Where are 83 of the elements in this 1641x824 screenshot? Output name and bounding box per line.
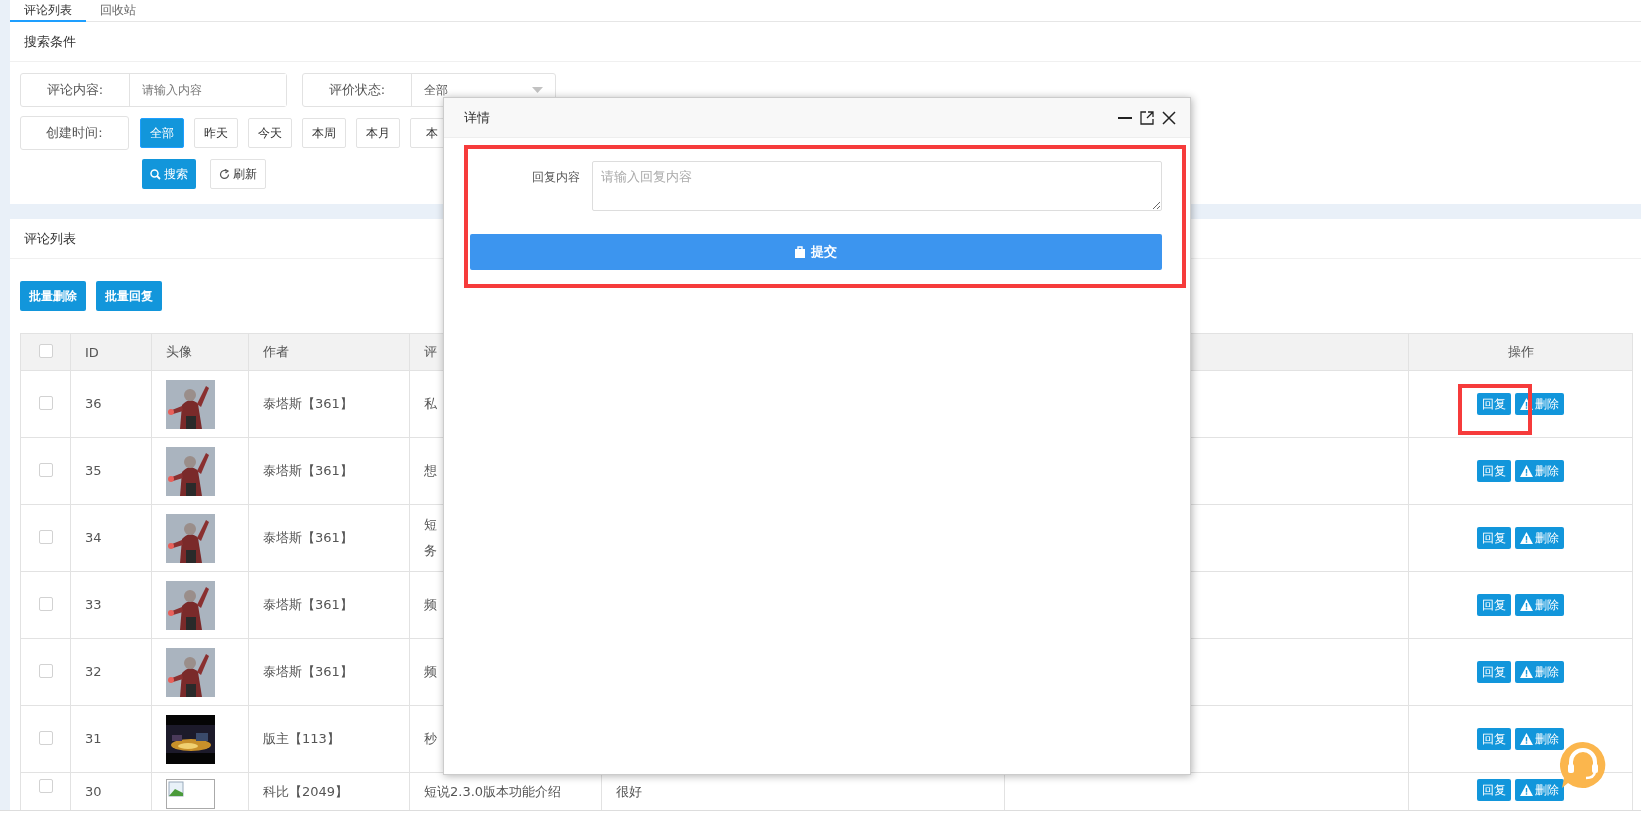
table-cell-text: 想 xyxy=(424,462,438,480)
delete-button[interactable]: 删除 xyxy=(1515,661,1564,683)
tab[interactable]: 回收站 xyxy=(86,0,150,22)
table-cell-text: 私 xyxy=(424,395,438,413)
reply-button[interactable]: 回复 xyxy=(1477,460,1511,482)
table-cell-text: 务 xyxy=(424,542,438,560)
table-cell-text: 30 xyxy=(85,783,103,801)
reply-button[interactable]: 回复 xyxy=(1477,594,1511,616)
time-filter-button[interactable]: 本周 xyxy=(302,118,346,148)
row-checkbox[interactable] xyxy=(38,663,53,678)
dialog-title: 详情 xyxy=(464,108,490,127)
refresh-button[interactable]: 刷新 xyxy=(210,159,266,189)
search-button[interactable]: 搜索 xyxy=(142,159,196,189)
select-all-checkbox[interactable] xyxy=(38,343,53,358)
table-cell-text: 34 xyxy=(85,529,103,547)
table-cell-text: 泰塔斯【361】 xyxy=(263,596,354,614)
maximize-icon[interactable] xyxy=(1140,110,1154,125)
table-cell-text: 泰塔斯【361】 xyxy=(263,529,354,547)
delete-button[interactable]: 删除 xyxy=(1515,728,1564,750)
column-header: 操作 xyxy=(1408,333,1633,371)
select-value: 全部 xyxy=(424,81,448,99)
field-label: 评价状态: xyxy=(303,74,412,106)
reply-field[interactable]: 请输入回复内容 xyxy=(592,161,1162,211)
warning-icon xyxy=(1520,784,1533,796)
column-header: 作者 xyxy=(248,333,410,371)
support-chat-icon[interactable] xyxy=(1558,740,1608,790)
table-cell-text: 泰塔斯【361】 xyxy=(263,395,354,413)
table-cell-text: 36 xyxy=(85,395,103,413)
content-field[interactable]: 评论内容: 请输入内容 xyxy=(20,73,287,107)
time-filter-button[interactable]: 昨天 xyxy=(194,118,238,148)
warning-icon xyxy=(1520,733,1533,745)
table-cell-text: 版主【113】 xyxy=(263,730,341,748)
table-cell-text: 短 xyxy=(424,516,438,534)
table-cell-text: 泰塔斯【361】 xyxy=(263,462,354,480)
column-header: 头像 xyxy=(151,333,249,371)
field-label: 创建时间: xyxy=(20,116,129,150)
column-header: ID xyxy=(70,333,152,371)
panel-title: 搜索条件 xyxy=(24,32,76,51)
search-icon xyxy=(150,168,161,180)
table-cell-text: 泰塔斯【361】 xyxy=(263,663,354,681)
row-checkbox[interactable] xyxy=(38,529,53,544)
caret-icon xyxy=(532,87,543,93)
batch-button[interactable]: 批量回复 xyxy=(96,281,162,311)
table-cell-text: 科比【2049】 xyxy=(263,783,350,801)
delete-button[interactable]: 删除 xyxy=(1515,393,1564,415)
delete-button[interactable]: 删除 xyxy=(1515,460,1564,482)
reply-button[interactable]: 回复 xyxy=(1477,527,1511,549)
refresh-icon xyxy=(219,168,230,180)
table-cell-text: 31 xyxy=(85,730,103,748)
bag-icon xyxy=(795,246,805,258)
row-checkbox[interactable] xyxy=(38,779,53,793)
field-label: 回复内容 xyxy=(531,169,580,186)
delete-button[interactable]: 删除 xyxy=(1515,779,1564,801)
table-cell-text: 35 xyxy=(85,462,103,480)
table-cell-text: 32 xyxy=(85,663,103,681)
table-cell-text: 33 xyxy=(85,596,103,614)
reply-button[interactable]: 回复 xyxy=(1477,393,1511,415)
warning-icon xyxy=(1520,599,1533,611)
warning-icon xyxy=(1520,666,1533,678)
table-cell-text: 很好 xyxy=(616,783,643,801)
reply-button[interactable]: 回复 xyxy=(1477,779,1511,801)
row-checkbox[interactable] xyxy=(38,596,53,611)
table-cell-text: 短说2.3.0版本功能介绍 xyxy=(424,783,563,801)
reply-button[interactable]: 回复 xyxy=(1477,728,1511,750)
warning-icon xyxy=(1520,398,1533,410)
delete-button[interactable]: 删除 xyxy=(1515,527,1564,549)
delete-button[interactable]: 删除 xyxy=(1515,594,1564,616)
panel-title: 评论列表 xyxy=(24,229,76,248)
time-filter-button[interactable]: 今天 xyxy=(248,118,292,148)
time-filter-button[interactable]: 全部 xyxy=(140,118,184,148)
table-cell-text: 秒 xyxy=(424,730,438,748)
row-checkbox[interactable] xyxy=(38,462,53,477)
time-filter-button[interactable]: 本月 xyxy=(356,118,400,148)
warning-icon xyxy=(1520,532,1533,544)
submit-button[interactable]: 提交 xyxy=(470,234,1162,270)
warning-icon xyxy=(1520,465,1533,477)
row-checkbox[interactable] xyxy=(38,730,53,745)
table-cell-text: 频 xyxy=(424,663,438,681)
batch-button[interactable]: 批量删除 xyxy=(20,281,86,311)
row-checkbox[interactable] xyxy=(38,395,53,410)
reply-button[interactable]: 回复 xyxy=(1477,661,1511,683)
close-icon[interactable] xyxy=(1162,110,1176,125)
table-cell-text: 频 xyxy=(424,596,438,614)
